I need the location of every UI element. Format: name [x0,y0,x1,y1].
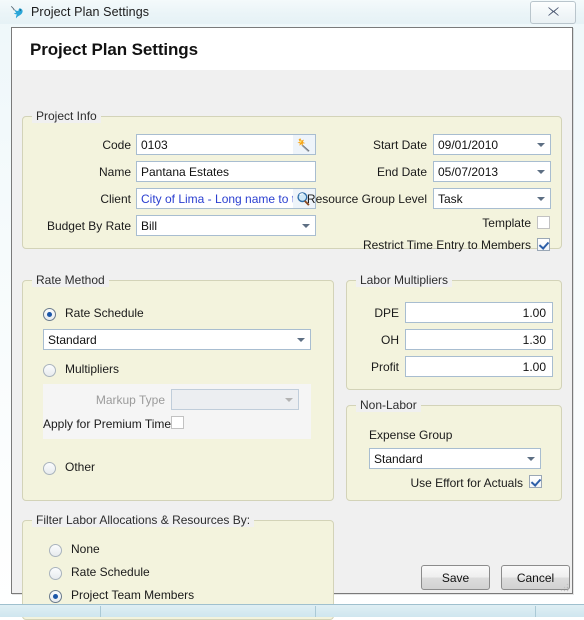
radio-rate-schedule[interactable] [43,308,56,321]
rate-schedule-select[interactable]: Standard [43,329,311,350]
resize-grip[interactable] [559,581,569,592]
radio-filter-rate-schedule[interactable] [49,567,62,580]
start-date-select[interactable]: 09/01/2010 [433,134,551,155]
rate-method-group: Rate Method Rate Schedule Standard Multi… [22,273,334,501]
radio-filter-none[interactable] [49,544,62,557]
name-value: Pantana Estates [141,164,230,179]
rate-schedule-value: Standard [48,332,97,347]
budget-by-rate-label: Budget By Rate [46,219,131,233]
name-label: Name [98,165,131,179]
window-title: Project Plan Settings [31,5,150,19]
profit-value: 1.00 [522,359,546,374]
radio-other-label: Other [65,460,96,474]
profit-label: Profit [370,360,399,374]
use-effort-checkbox[interactable] [529,475,542,488]
save-button-label: Save [441,570,470,585]
chevron-down-icon [285,397,293,402]
dialog-header: Project Plan Settings [12,28,572,70]
bird-icon [9,4,25,20]
save-button[interactable]: Save [421,565,490,590]
labor-multipliers-legend: Labor Multipliers [356,273,453,287]
restrict-time-entry-checkbox[interactable] [537,238,550,251]
radio-other[interactable] [43,462,56,475]
radio-rate-schedule-label: Rate Schedule [65,306,144,320]
apply-premium-time-label: Apply for Premium Time [43,417,172,431]
code-value: 0103 [141,137,168,152]
radio-filter-rate-schedule-label: Rate Schedule [71,565,150,579]
filter-legend: Filter Labor Allocations & Resources By: [32,513,255,527]
chevron-down-icon [302,223,310,228]
chevron-down-icon [537,169,545,174]
restrict-time-entry-label: Restrict Time Entry to Members [362,238,531,252]
page-title: Project Plan Settings [30,40,198,59]
start-date-value: 09/01/2010 [438,137,499,152]
close-icon [547,6,560,19]
dpe-input[interactable]: 1.00 [405,302,553,323]
template-label: Template [482,216,531,230]
radio-filter-project-team[interactable] [49,590,62,603]
start-date-label: Start Date [372,138,427,152]
expense-group-value: Standard [374,451,423,466]
non-labor-group: Non-Labor Expense Group Standard Use Eff… [346,398,562,501]
expense-group-label: Expense Group [369,428,453,442]
apply-premium-time-checkbox[interactable] [171,416,184,429]
oh-input[interactable]: 1.30 [405,329,553,350]
rate-method-legend: Rate Method [32,273,109,287]
radio-filter-none-label: None [71,542,100,556]
radio-filter-project-team-label: Project Team Members [71,588,195,602]
markup-type-label: Markup Type [95,393,165,407]
multipliers-panel: Markup Type Apply for Premium Time [43,384,311,439]
resource-group-level-value: Task [438,191,463,206]
end-date-label: End Date [376,165,427,179]
project-info-legend: Project Info [32,109,101,123]
code-label: Code [102,138,131,152]
oh-value: 1.30 [522,332,546,347]
chevron-down-icon [297,337,305,342]
cancel-button-label: Cancel [516,570,555,585]
end-date-value: 05/07/2013 [438,164,499,179]
radio-multipliers[interactable] [43,364,56,377]
taskbar [0,604,584,617]
budget-by-rate-select[interactable]: Bill [136,215,316,236]
project-info-group: Project Info Code 0103 Name Pantana Esta… [22,109,562,252]
resource-group-level-select[interactable]: Task [433,188,551,209]
labor-multipliers-group: Labor Multipliers DPE 1.00 OH 1.30 Profi… [346,273,562,390]
close-button[interactable] [530,1,576,24]
use-effort-label: Use Effort for Actuals [410,476,524,490]
non-labor-legend: Non-Labor [356,398,421,412]
dialog-window: Project Plan Settings Project Info Code … [11,27,573,620]
markup-type-select [171,389,299,410]
dpe-label: DPE [374,306,399,320]
chevron-down-icon [537,142,545,147]
client-label: Client [100,192,131,206]
dialog-content: Project Info Code 0103 Name Pantana Esta… [12,70,572,620]
template-checkbox[interactable] [537,216,550,229]
end-date-select[interactable]: 05/07/2013 [433,161,551,182]
title-bar: Project Plan Settings [0,0,584,24]
oh-label: OH [381,333,399,347]
radio-multipliers-label: Multipliers [65,362,120,376]
resource-group-level-label: Resource Group Level [306,192,427,206]
profit-input[interactable]: 1.00 [405,356,553,377]
application-window: Project Plan Settings Project Plan Setti… [0,0,584,620]
expense-group-select[interactable]: Standard [369,448,541,469]
dpe-value: 1.00 [522,305,546,320]
chevron-down-icon [527,456,535,461]
chevron-down-icon [537,196,545,201]
budget-by-rate-value: Bill [141,218,158,233]
